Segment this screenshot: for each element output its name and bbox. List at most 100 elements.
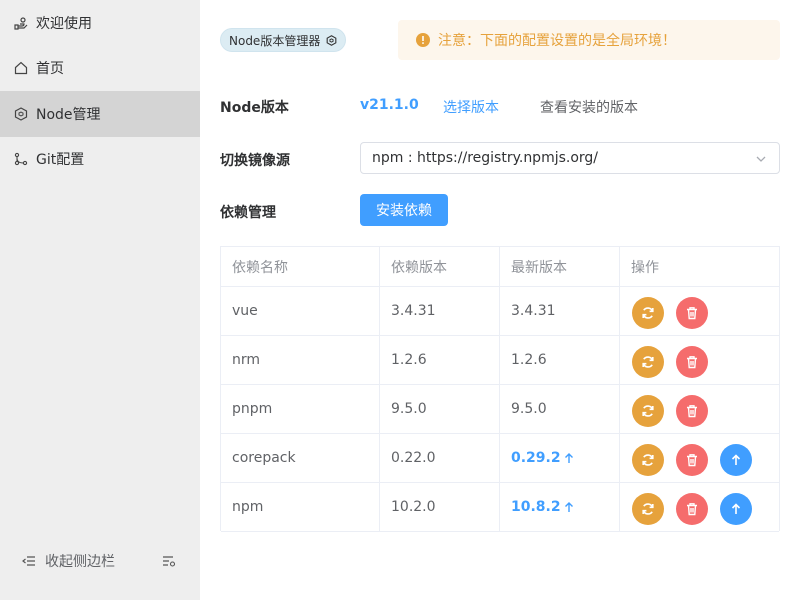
collapse-sidebar-button[interactable]: 收起侧边栏 <box>22 549 182 573</box>
arrow-up-icon <box>729 453 743 467</box>
sidebar: 欢迎使用 首页 Node管理 Git配置 收起侧边栏 <box>0 0 200 600</box>
dep-version: 0.22.0 <box>391 450 436 466</box>
latest-version-value: 3.4.31 <box>511 303 556 319</box>
sidebar-item-label: 首页 <box>36 61 64 77</box>
actions-cell <box>620 434 779 482</box>
node-icon <box>326 34 337 46</box>
table-row: npm 10.2.0 10.8.2 <box>221 483 779 532</box>
refresh-button[interactable] <box>632 346 664 378</box>
installed-versions-link[interactable]: 查看安装的版本 <box>540 97 638 117</box>
home-icon <box>14 61 28 75</box>
warning-alert: 注意：下面的配置设置的是全局环境！ <box>398 20 780 60</box>
dep-name-cell: npm <box>221 483 380 531</box>
dep-name: vue <box>232 303 258 319</box>
latest-version-cell: 1.2.6 <box>500 336 620 384</box>
refresh-button[interactable] <box>632 493 664 525</box>
sidebar-item-label: 欢迎使用 <box>36 16 92 32</box>
arrow-up-icon <box>564 501 574 513</box>
latest-version-value: 10.8.2 <box>511 499 561 515</box>
upgrade-button[interactable] <box>720 444 752 476</box>
col-header-name: 依赖名称 <box>221 247 380 286</box>
delete-button[interactable] <box>676 297 708 329</box>
col-header-version: 依赖版本 <box>380 247 500 286</box>
page-tag: Node版本管理器 <box>220 28 347 52</box>
latest-version-cell: 0.29.2 <box>500 434 620 482</box>
dep-version-cell: 1.2.6 <box>380 336 500 384</box>
dep-version: 10.2.0 <box>391 499 436 515</box>
delete-button[interactable] <box>676 493 708 525</box>
dep-name: corepack <box>232 450 296 466</box>
dep-version-cell: 9.5.0 <box>380 385 500 433</box>
col-header-actions: 操作 <box>631 259 659 276</box>
refresh-icon <box>641 404 655 418</box>
select-version-link[interactable]: 选择版本 <box>443 97 499 117</box>
table-row: pnpm 9.5.0 9.5.0 <box>221 385 779 434</box>
dep-version: 1.2.6 <box>391 352 427 368</box>
latest-version-cell: 10.8.2 <box>500 483 620 531</box>
sidebar-item-label: Node管理 <box>36 107 101 123</box>
collapse-icon <box>22 554 36 568</box>
warning-icon <box>416 33 430 47</box>
trash-icon <box>685 502 699 516</box>
chevron-down-icon <box>755 153 767 165</box>
deps-label: 依赖管理 <box>220 205 276 221</box>
arrow-up-icon <box>729 502 743 516</box>
table-row: vue 3.4.31 3.4.31 <box>221 287 779 336</box>
refresh-button[interactable] <box>632 395 664 427</box>
dep-version-cell: 10.2.0 <box>380 483 500 531</box>
dep-version: 9.5.0 <box>391 401 427 417</box>
dep-version-cell: 3.4.31 <box>380 287 500 335</box>
tag-label: Node版本管理器 <box>229 33 321 48</box>
sidebar-item-home[interactable]: 首页 <box>0 45 200 91</box>
latest-version-value: 0.29.2 <box>511 450 561 466</box>
delete-button[interactable] <box>676 395 708 427</box>
sidebar-item-node[interactable]: Node管理 <box>0 91 200 137</box>
collapse-label: 收起侧边栏 <box>45 554 115 570</box>
table-row: corepack 0.22.0 0.29.2 <box>221 434 779 483</box>
dep-name: npm <box>232 499 264 515</box>
dep-name-cell: vue <box>221 287 380 335</box>
refresh-icon <box>641 355 655 369</box>
col-header-latest: 最新版本 <box>500 247 620 286</box>
upgrade-button[interactable] <box>720 493 752 525</box>
settings-list-icon[interactable] <box>162 554 176 568</box>
table-header: 依赖名称 依赖版本 最新版本 操作 <box>221 247 779 287</box>
actions-cell <box>620 336 779 384</box>
node-version-label: Node版本 <box>220 100 289 116</box>
sidebar-item-label: Git配置 <box>36 152 85 168</box>
refresh-icon <box>641 502 655 516</box>
hand-icon <box>14 16 28 30</box>
table-row: nrm 1.2.6 1.2.6 <box>221 336 779 385</box>
delete-button[interactable] <box>676 346 708 378</box>
sidebar-item-git[interactable]: Git配置 <box>0 136 200 182</box>
install-deps-button[interactable]: 安装依赖 <box>360 194 448 226</box>
dep-version: 3.4.31 <box>391 303 436 319</box>
mirror-select-value: npm : https://registry.npmjs.org/ <box>372 150 599 166</box>
main-content: Node版本管理器 注意：下面的配置设置的是全局环境！ Node版本 v21.1… <box>200 0 800 600</box>
arrow-up-icon <box>564 452 574 464</box>
deps-table: 依赖名称 依赖版本 最新版本 操作 vue 3.4.31 3.4.31 nrm 1.2.… <box>220 246 780 532</box>
dep-name: pnpm <box>232 401 273 417</box>
delete-button[interactable] <box>676 444 708 476</box>
node-icon <box>14 107 28 121</box>
latest-version-value: 1.2.6 <box>511 352 547 368</box>
trash-icon <box>685 453 699 467</box>
dep-name: nrm <box>232 352 261 368</box>
refresh-button[interactable] <box>632 297 664 329</box>
dep-name-cell: corepack <box>221 434 380 482</box>
refresh-button[interactable] <box>632 444 664 476</box>
node-version-value: v21.1.0 <box>360 97 419 113</box>
latest-version-cell: 9.5.0 <box>500 385 620 433</box>
latest-version-cell: 3.4.31 <box>500 287 620 335</box>
actions-cell <box>620 287 779 335</box>
trash-icon <box>685 306 699 320</box>
latest-version-value: 9.5.0 <box>511 401 547 417</box>
mirror-select[interactable]: npm : https://registry.npmjs.org/ <box>360 142 780 174</box>
actions-cell <box>620 483 779 531</box>
refresh-icon <box>641 453 655 467</box>
refresh-icon <box>641 306 655 320</box>
actions-cell <box>620 385 779 433</box>
trash-icon <box>685 355 699 369</box>
trash-icon <box>685 404 699 418</box>
sidebar-item-welcome[interactable]: 欢迎使用 <box>0 0 200 46</box>
